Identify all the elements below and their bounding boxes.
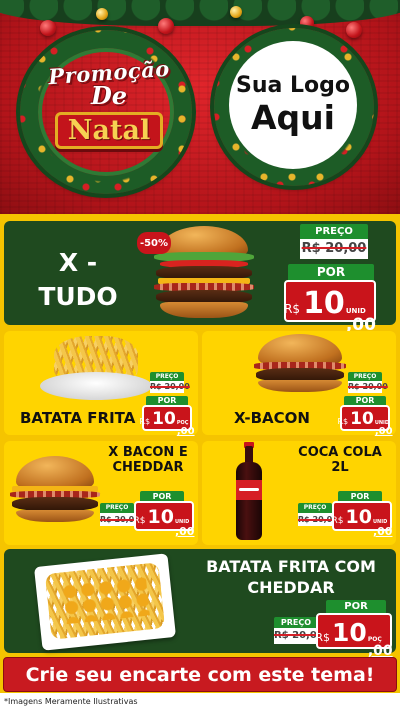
product-name: X-BACON [234, 409, 310, 427]
product-name: X - TUDO [38, 248, 118, 311]
price-label: PREÇO [300, 224, 368, 239]
ornament-icon [40, 20, 56, 36]
ornament-icon [96, 8, 108, 20]
current-price: R$ 10 POÇ ,00 [315, 613, 393, 659]
logo-text-line1: Sua Logo [235, 73, 350, 98]
soda-bottle-image [236, 442, 262, 540]
old-price: R$ 20,00 [348, 381, 388, 393]
product-name: BATATA FRITA COM CHEDDAR [206, 557, 376, 597]
product-name: X BACON E CHEDDAR [108, 445, 188, 475]
discount-badge: -50% [137, 232, 171, 254]
product-name: BATATA FRITA [20, 409, 136, 427]
current-price: R$ 10 POÇ ,00 [139, 405, 195, 437]
ornament-icon [346, 22, 362, 38]
por-label: POR [288, 264, 374, 280]
old-price: R$ 20,00 [274, 628, 324, 644]
price-label: PREÇO [150, 372, 184, 381]
logo-placeholder[interactable]: Sua Logo Aqui [229, 41, 357, 169]
pine-garland [0, 0, 400, 26]
price-label: PREÇO [100, 503, 134, 513]
price-label: PREÇO [348, 372, 382, 381]
old-price: R$ 20,00 [300, 239, 368, 259]
fries-image [40, 336, 152, 402]
ornament-icon [158, 18, 174, 34]
promo-natal-logo: Promoção De Natal [38, 50, 180, 170]
current-price: R$ 10 UNID ,00 [134, 501, 194, 538]
current-price: R$ 10 UNID ,00 [332, 501, 392, 538]
ornament-icon [230, 6, 242, 18]
price-label: PREÇO [274, 617, 318, 628]
christmas-header: Promoção De Natal Sua Logo Aqui [0, 0, 400, 214]
logo-text-line2: Aqui [251, 98, 335, 137]
cheddar-fries-image [33, 553, 177, 651]
current-price: R$ 10 UNID ,00 [337, 405, 393, 437]
old-price: R$ 20,00 [150, 381, 190, 393]
burger-image [252, 334, 348, 394]
price-label: PREÇO [298, 503, 332, 513]
current-price: R$ 10 UNID ,00 [284, 280, 376, 335]
promo-title-line3: Natal [54, 112, 164, 149]
burger-image [8, 456, 102, 526]
old-price: R$ 20,00 [298, 513, 338, 526]
por-label: POR [326, 600, 386, 613]
disclaimer-note: *Imagens Meramente Ilustrativas [0, 693, 400, 711]
create-flyer-button[interactable]: Crie seu encarte com este tema! [3, 657, 397, 692]
product-name: COCA COLA 2L [298, 445, 382, 475]
old-price: R$ 20,00 [100, 513, 140, 526]
